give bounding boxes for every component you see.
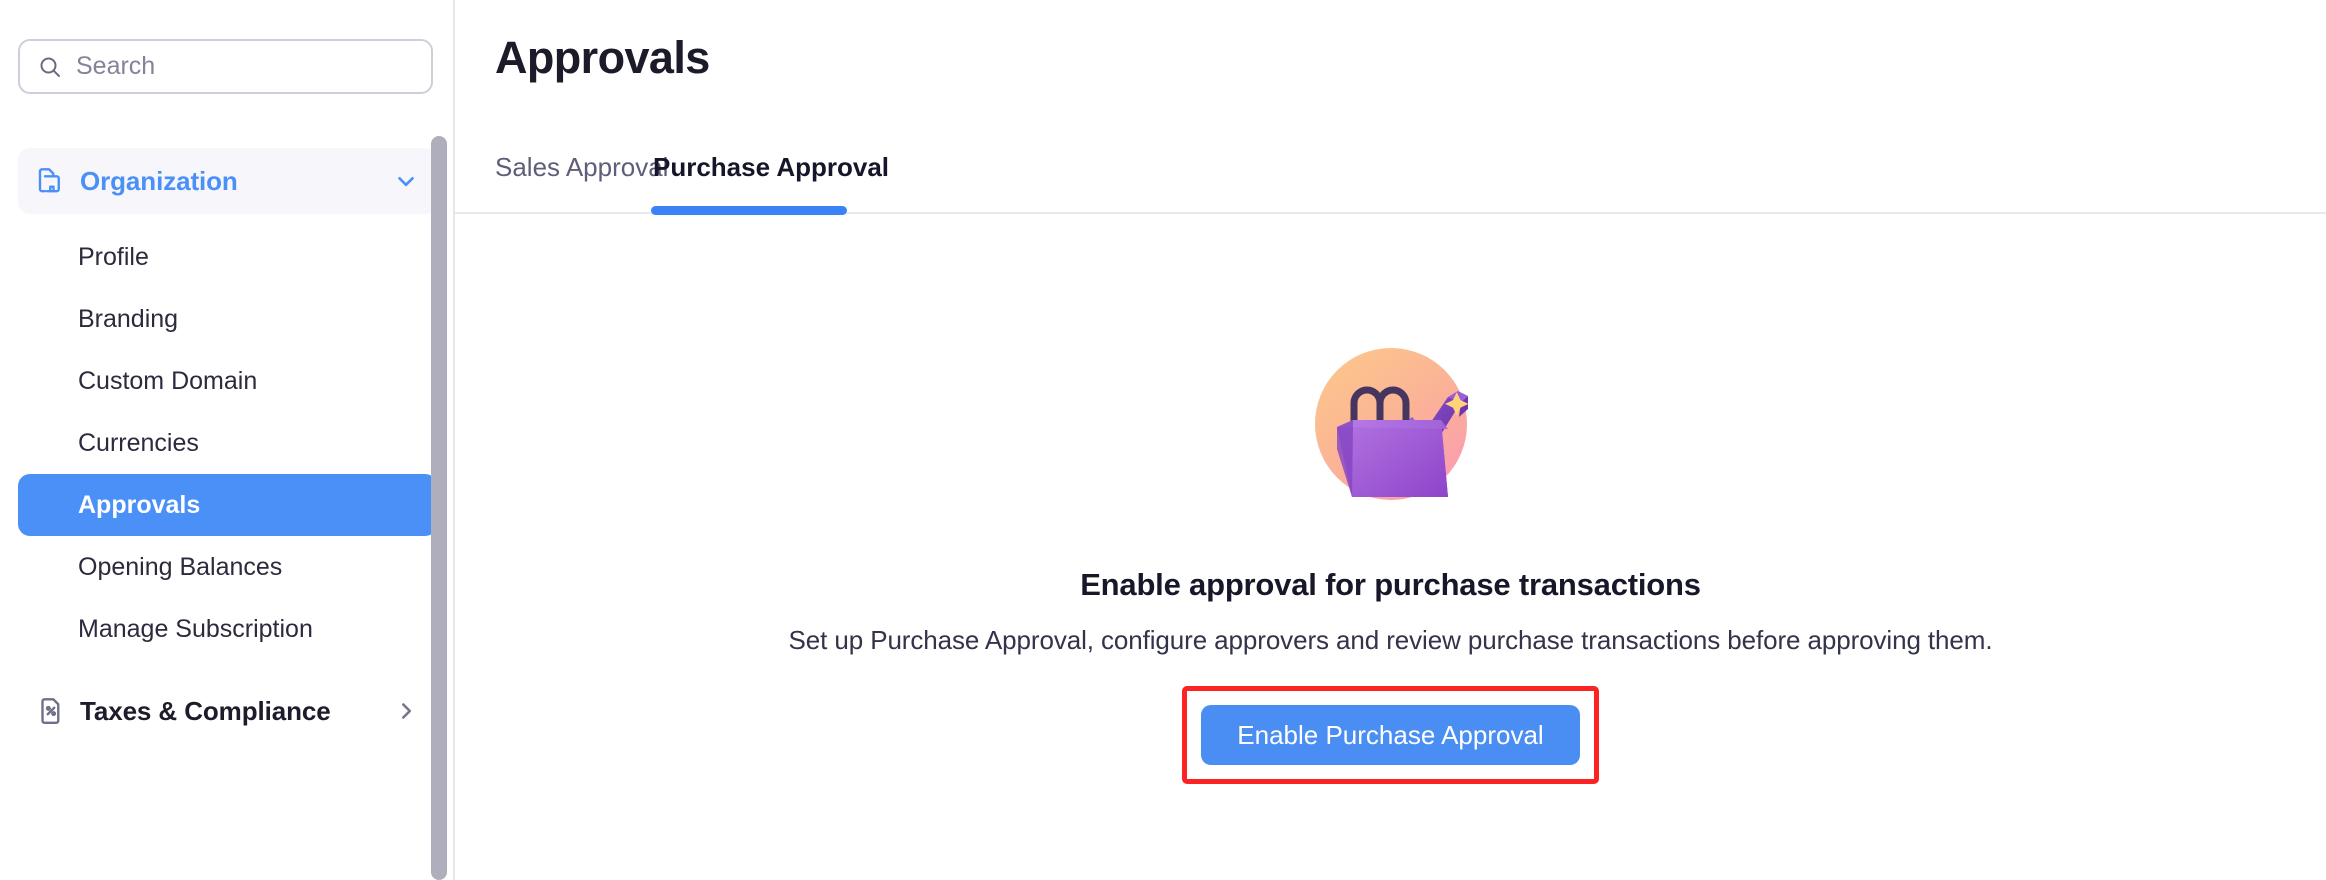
tab-purchase-approval[interactable]: Purchase Approval xyxy=(653,150,889,214)
tax-document-percent-icon xyxy=(41,698,60,724)
main-content: Approvals Sales Approval Purchase Approv… xyxy=(455,0,2326,880)
sidebar-item-currencies[interactable]: Currencies xyxy=(18,412,437,474)
sidebar-scrollbar-track[interactable] xyxy=(431,0,450,880)
shopping-bag-checkmark-illustration xyxy=(1314,348,1468,500)
sidebar-item-profile[interactable]: Profile xyxy=(18,226,437,288)
sidebar-item-label: Currencies xyxy=(78,428,199,457)
sidebar-scrollbar-thumb[interactable] xyxy=(431,136,447,880)
sidebar-nav: Organization Profile Branding Custom Dom… xyxy=(0,148,455,880)
page-title: Approvals xyxy=(495,32,710,83)
tab-bar: Sales Approval Purchase Approval xyxy=(455,150,2326,215)
sidebar-group-label: Taxes & Compliance xyxy=(80,695,331,726)
enable-purchase-approval-button[interactable]: Enable Purchase Approval xyxy=(1201,705,1580,765)
app-root: Organization Profile Branding Custom Dom… xyxy=(0,0,2326,880)
organization-icon xyxy=(38,168,60,193)
sidebar-group-organization[interactable]: Organization xyxy=(18,148,437,214)
sidebar-item-opening-balances[interactable]: Opening Balances xyxy=(18,536,437,598)
search-box[interactable] xyxy=(18,39,433,94)
chevron-right-icon[interactable] xyxy=(393,698,419,724)
sidebar-item-label: Manage Subscription xyxy=(78,614,313,643)
search-icon xyxy=(40,57,60,77)
sidebar-group-label: Organization xyxy=(80,165,238,196)
sidebar: Organization Profile Branding Custom Dom… xyxy=(0,0,455,880)
empty-state-description: Set up Purchase Approval, configure appr… xyxy=(788,625,1993,655)
sidebar-item-label: Branding xyxy=(78,304,179,333)
sidebar-item-label: Approvals xyxy=(78,490,201,519)
empty-state-heading: Enable approval for purchase transaction… xyxy=(1080,567,1701,602)
chevron-down-icon[interactable] xyxy=(393,168,419,194)
sidebar-item-label: Profile xyxy=(78,242,149,271)
sidebar-group-taxes-compliance[interactable]: Taxes & Compliance xyxy=(18,678,437,744)
sidebar-item-label: Opening Balances xyxy=(78,552,283,581)
sidebar-item-manage-subscription[interactable]: Manage Subscription xyxy=(18,598,437,660)
sidebar-item-approvals[interactable]: Approvals xyxy=(18,474,437,536)
empty-state: Enable approval for purchase transaction… xyxy=(455,214,2326,880)
tab-label: Purchase Approval xyxy=(653,152,890,182)
tab-label: Sales Approval xyxy=(495,152,669,182)
sidebar-item-custom-domain[interactable]: Custom Domain xyxy=(18,350,437,412)
search-input[interactable] xyxy=(76,52,413,81)
tab-sales-approval[interactable]: Sales Approval xyxy=(495,150,668,214)
sidebar-item-label: Custom Domain xyxy=(78,366,258,395)
search-container xyxy=(18,39,433,94)
sidebar-item-branding[interactable]: Branding xyxy=(18,288,437,350)
cta-highlight-box: Enable Purchase Approval xyxy=(1182,686,1599,784)
